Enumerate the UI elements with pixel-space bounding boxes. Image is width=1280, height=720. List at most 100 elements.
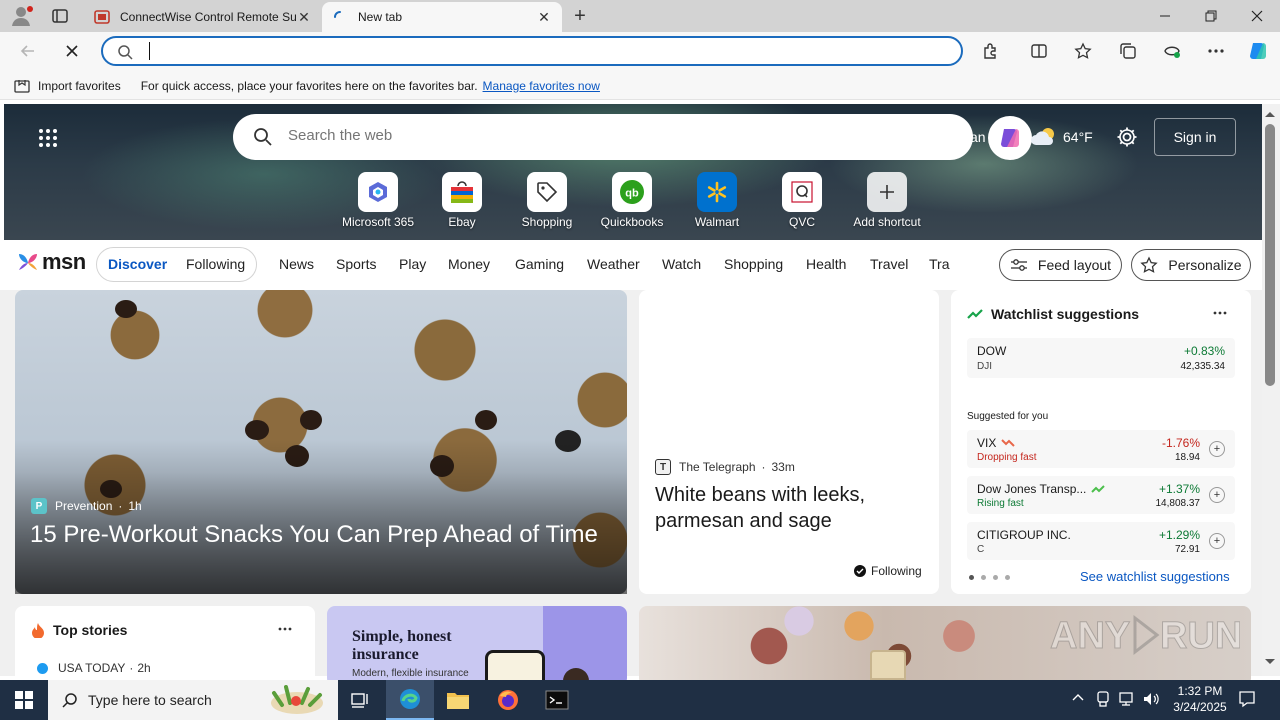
minimize-button[interactable] bbox=[1142, 0, 1188, 32]
nav-sports[interactable]: Sports bbox=[336, 256, 376, 272]
browser-essentials-icon[interactable] bbox=[1158, 37, 1186, 65]
nav-health[interactable]: Health bbox=[806, 256, 846, 272]
article-source: P Prevention · 1h bbox=[31, 498, 142, 514]
more-options-icon[interactable] bbox=[1202, 37, 1230, 65]
tab-actions-icon[interactable] bbox=[50, 6, 70, 26]
shortcut-quickbooks[interactable]: qb Quickbooks bbox=[592, 172, 672, 229]
close-window-button[interactable] bbox=[1234, 0, 1280, 32]
tab-discover[interactable]: Discover bbox=[108, 256, 167, 272]
settings-gear-icon[interactable] bbox=[1116, 126, 1138, 148]
new-tab-button[interactable]: + bbox=[568, 4, 592, 28]
carousel-dots[interactable] bbox=[969, 575, 1010, 580]
address-input[interactable] bbox=[147, 43, 927, 59]
shortcut-microsoft-365[interactable]: Microsoft 365 bbox=[338, 172, 418, 229]
file-explorer-icon[interactable] bbox=[434, 680, 482, 720]
scroll-down-arrow-icon[interactable] bbox=[1264, 658, 1276, 666]
extensions-icon[interactable] bbox=[977, 37, 1005, 65]
nav-watch[interactable]: Watch bbox=[662, 256, 701, 272]
notifications-icon[interactable] bbox=[1238, 690, 1256, 708]
web-search-input[interactable] bbox=[288, 127, 908, 144]
nav-traffic[interactable]: Trai bbox=[929, 256, 950, 272]
clock[interactable]: 1:32 PM 3/24/2025 bbox=[1168, 683, 1232, 715]
shortcut-walmart[interactable]: Walmart bbox=[677, 172, 757, 229]
separator-dot: · bbox=[129, 661, 134, 675]
feed-layout-button[interactable]: Feed layout bbox=[999, 249, 1122, 281]
profile-icon[interactable] bbox=[10, 5, 34, 27]
ticker-status: C bbox=[977, 544, 985, 555]
app-launcher-icon[interactable] bbox=[38, 128, 58, 148]
watchlist-item[interactable]: Dow Jones Transp... Rising fast +1.37% 1… bbox=[967, 476, 1235, 514]
temperature-label[interactable]: 64°F bbox=[1063, 129, 1093, 145]
shortcut-ebay[interactable]: Ebay bbox=[422, 172, 502, 229]
carousel-dot[interactable] bbox=[1005, 575, 1010, 580]
msn-logo[interactable]: msn bbox=[16, 249, 86, 275]
shortcut-qvc[interactable]: QVC bbox=[762, 172, 842, 229]
carousel-dot[interactable] bbox=[981, 575, 986, 580]
network-icon[interactable] bbox=[1118, 691, 1136, 707]
more-options-icon[interactable] bbox=[278, 627, 292, 631]
nav-money[interactable]: Money bbox=[448, 256, 490, 272]
suggested-label: Suggested for you bbox=[967, 411, 1049, 422]
edge-taskbar-icon[interactable] bbox=[386, 680, 434, 720]
copilot-bubble-icon[interactable] bbox=[988, 116, 1032, 160]
sign-in-button[interactable]: Sign in bbox=[1154, 118, 1236, 156]
loading-spinner-icon bbox=[332, 9, 348, 25]
telegraph-headline[interactable]: White beans with leeks, parmesan and sag… bbox=[655, 482, 925, 534]
back-button[interactable] bbox=[14, 37, 42, 65]
volume-icon[interactable] bbox=[1142, 691, 1160, 707]
nav-gaming[interactable]: Gaming bbox=[515, 256, 564, 272]
watchlist-item[interactable]: CITIGROUP INC. C +1.29% 72.91 + bbox=[967, 522, 1235, 560]
watchlist-item[interactable]: VIX Dropping fast -1.76% 18.94 + bbox=[967, 430, 1235, 468]
usb-device-icon[interactable] bbox=[1096, 691, 1110, 707]
carousel-dot[interactable] bbox=[993, 575, 998, 580]
following-badge[interactable]: Following bbox=[854, 564, 922, 578]
weather-cloud-icon[interactable] bbox=[1030, 126, 1058, 146]
ticker-name: DOW bbox=[977, 344, 1007, 358]
add-to-watchlist-button[interactable]: + bbox=[1209, 487, 1225, 503]
nav-travel[interactable]: Travel bbox=[870, 256, 908, 272]
shortcut-shopping[interactable]: Shopping bbox=[507, 172, 587, 229]
add-shortcut-button[interactable]: Add shortcut bbox=[847, 172, 927, 229]
personalize-button[interactable]: Personalize bbox=[1131, 249, 1251, 281]
import-favorites-button[interactable]: Import favorites bbox=[14, 79, 121, 93]
stop-loading-button[interactable] bbox=[58, 37, 86, 65]
scroll-up-arrow-icon[interactable] bbox=[1264, 110, 1276, 118]
nav-news[interactable]: News bbox=[279, 256, 314, 272]
task-view-icon[interactable] bbox=[336, 680, 384, 720]
taskbar-search-box[interactable]: Type here to search bbox=[48, 680, 338, 720]
scrollbar-thumb[interactable] bbox=[1265, 124, 1275, 386]
add-to-watchlist-button[interactable]: + bbox=[1209, 533, 1225, 549]
story-source: USA TODAY · 2h bbox=[37, 661, 151, 675]
carousel-dot-active[interactable] bbox=[969, 575, 974, 580]
nav-play[interactable]: Play bbox=[399, 256, 426, 272]
add-to-watchlist-button[interactable]: + bbox=[1209, 441, 1225, 457]
tab-following[interactable]: Following bbox=[186, 256, 245, 272]
following-label: Following bbox=[871, 564, 922, 578]
close-icon[interactable]: ✕ bbox=[536, 9, 552, 25]
tab-new-tab[interactable]: New tab ✕ bbox=[322, 2, 562, 32]
split-screen-icon[interactable] bbox=[1025, 37, 1053, 65]
terminal-icon[interactable] bbox=[533, 680, 581, 720]
nav-weather[interactable]: Weather bbox=[587, 256, 640, 272]
manage-favorites-link[interactable]: Manage favorites now bbox=[483, 79, 600, 93]
top-stories-title: Top stories bbox=[53, 622, 128, 638]
restore-button[interactable] bbox=[1188, 0, 1234, 32]
close-icon[interactable]: ✕ bbox=[296, 9, 312, 25]
more-options-icon[interactable] bbox=[1213, 311, 1227, 315]
telegraph-article-card[interactable] bbox=[639, 290, 939, 594]
nav-shopping[interactable]: Shopping bbox=[724, 256, 783, 272]
copilot-icon[interactable] bbox=[1244, 37, 1272, 65]
walmart-icon bbox=[697, 172, 737, 212]
collections-icon[interactable] bbox=[1114, 37, 1142, 65]
firefox-icon[interactable] bbox=[484, 680, 532, 720]
tab-connectwise[interactable]: ConnectWise Control Remote Su ✕ bbox=[84, 2, 322, 32]
feature-headline[interactable]: 15 Pre-Workout Snacks You Can Prep Ahead… bbox=[30, 520, 620, 550]
show-hidden-icons-chevron-icon[interactable] bbox=[1072, 693, 1084, 701]
favorites-star-icon[interactable] bbox=[1069, 37, 1097, 65]
see-watchlist-link[interactable]: See watchlist suggestions bbox=[1080, 569, 1230, 584]
favorites-message: For quick access, place your favorites h… bbox=[140, 78, 478, 93]
watchlist-main-row[interactable]: DOW DJI +0.83% 42,335.34 bbox=[967, 338, 1235, 378]
web-search-box[interactable] bbox=[233, 114, 973, 160]
address-bar[interactable] bbox=[101, 36, 963, 66]
start-button[interactable] bbox=[0, 680, 48, 720]
